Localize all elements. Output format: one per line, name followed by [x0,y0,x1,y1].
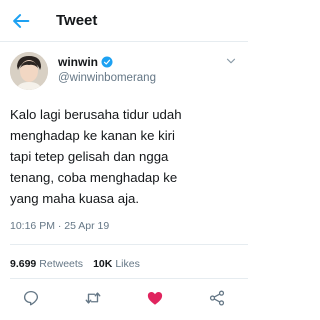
verified-badge-icon [101,56,113,68]
tweet-line: menghadap ke kanan ke kiri [10,128,175,143]
arrow-left-icon[interactable] [10,10,32,32]
top-bar: Tweet [0,0,248,42]
tweet-line: tenang, coba menghadap ke [10,170,178,185]
retweets-count[interactable]: 9.699 [10,258,36,270]
retweets-label[interactable]: Retweets [39,258,83,270]
likes-label[interactable]: Likes [115,258,140,270]
display-name[interactable]: winwin [58,55,98,69]
page-title: Tweet [56,12,98,29]
tweet-line: tapi tetep gelisah dan ngga [10,149,169,164]
tweet-stats: 9.699 Retweets 10K Likes [10,258,150,270]
likes-count[interactable]: 10K [93,258,112,270]
tweet-line: yang maha kuasa aja. [10,191,140,206]
divider [10,278,248,279]
share-icon[interactable] [208,289,226,307]
avatar[interactable] [10,52,48,90]
reply-icon[interactable] [22,289,40,307]
tweet-timestamp[interactable]: 10:16 PM · 25 Apr 19 [10,220,109,232]
tweet-text: Kalo lagi berusaha tidur udah menghadap … [10,104,242,209]
tweet-author: winwin @winwinbomerang [10,52,240,92]
divider [10,244,248,245]
user-handle[interactable]: @winwinbomerang [58,72,156,84]
tweet-actions [0,287,248,311]
chevron-down-icon[interactable] [224,54,238,68]
tweet-line: Kalo lagi berusaha tidur udah [10,107,182,122]
heart-icon[interactable] [146,289,164,307]
retweet-icon[interactable] [84,289,102,307]
